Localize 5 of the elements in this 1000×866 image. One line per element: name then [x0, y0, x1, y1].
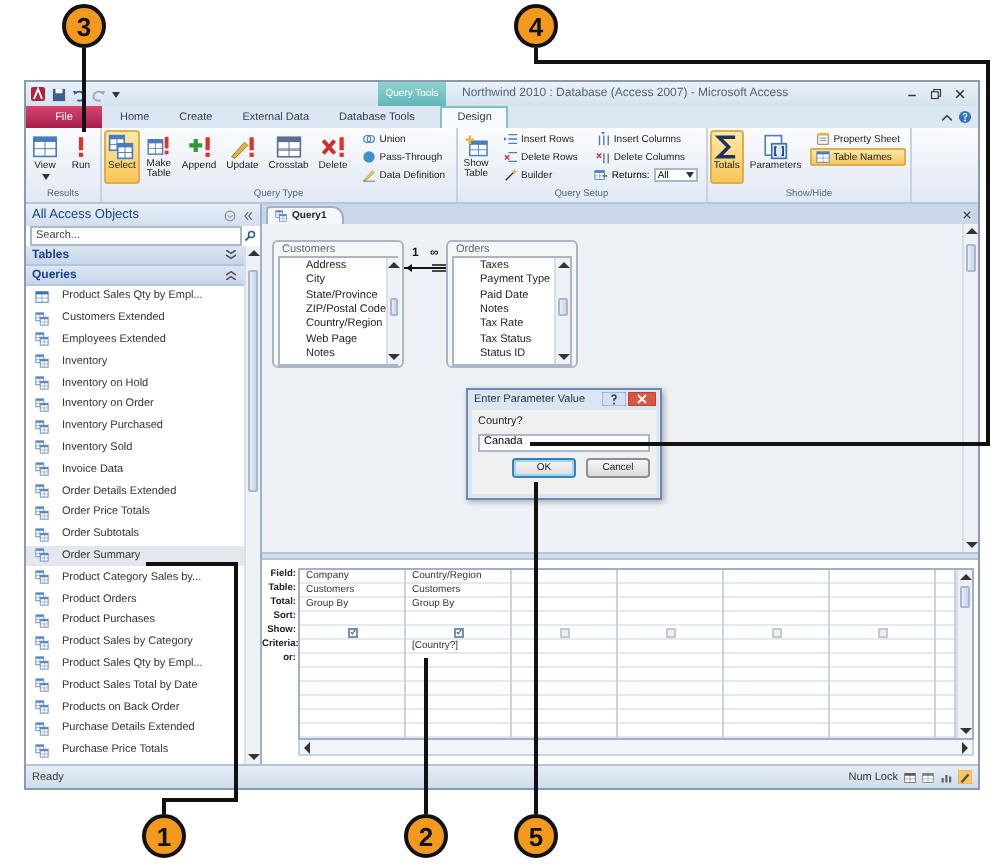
callout-number: 1	[142, 814, 186, 858]
callout-number: 5	[514, 814, 558, 858]
callout-number: 4	[514, 4, 558, 48]
callout-number: 3	[62, 4, 106, 48]
callout-number: 2	[404, 814, 448, 858]
